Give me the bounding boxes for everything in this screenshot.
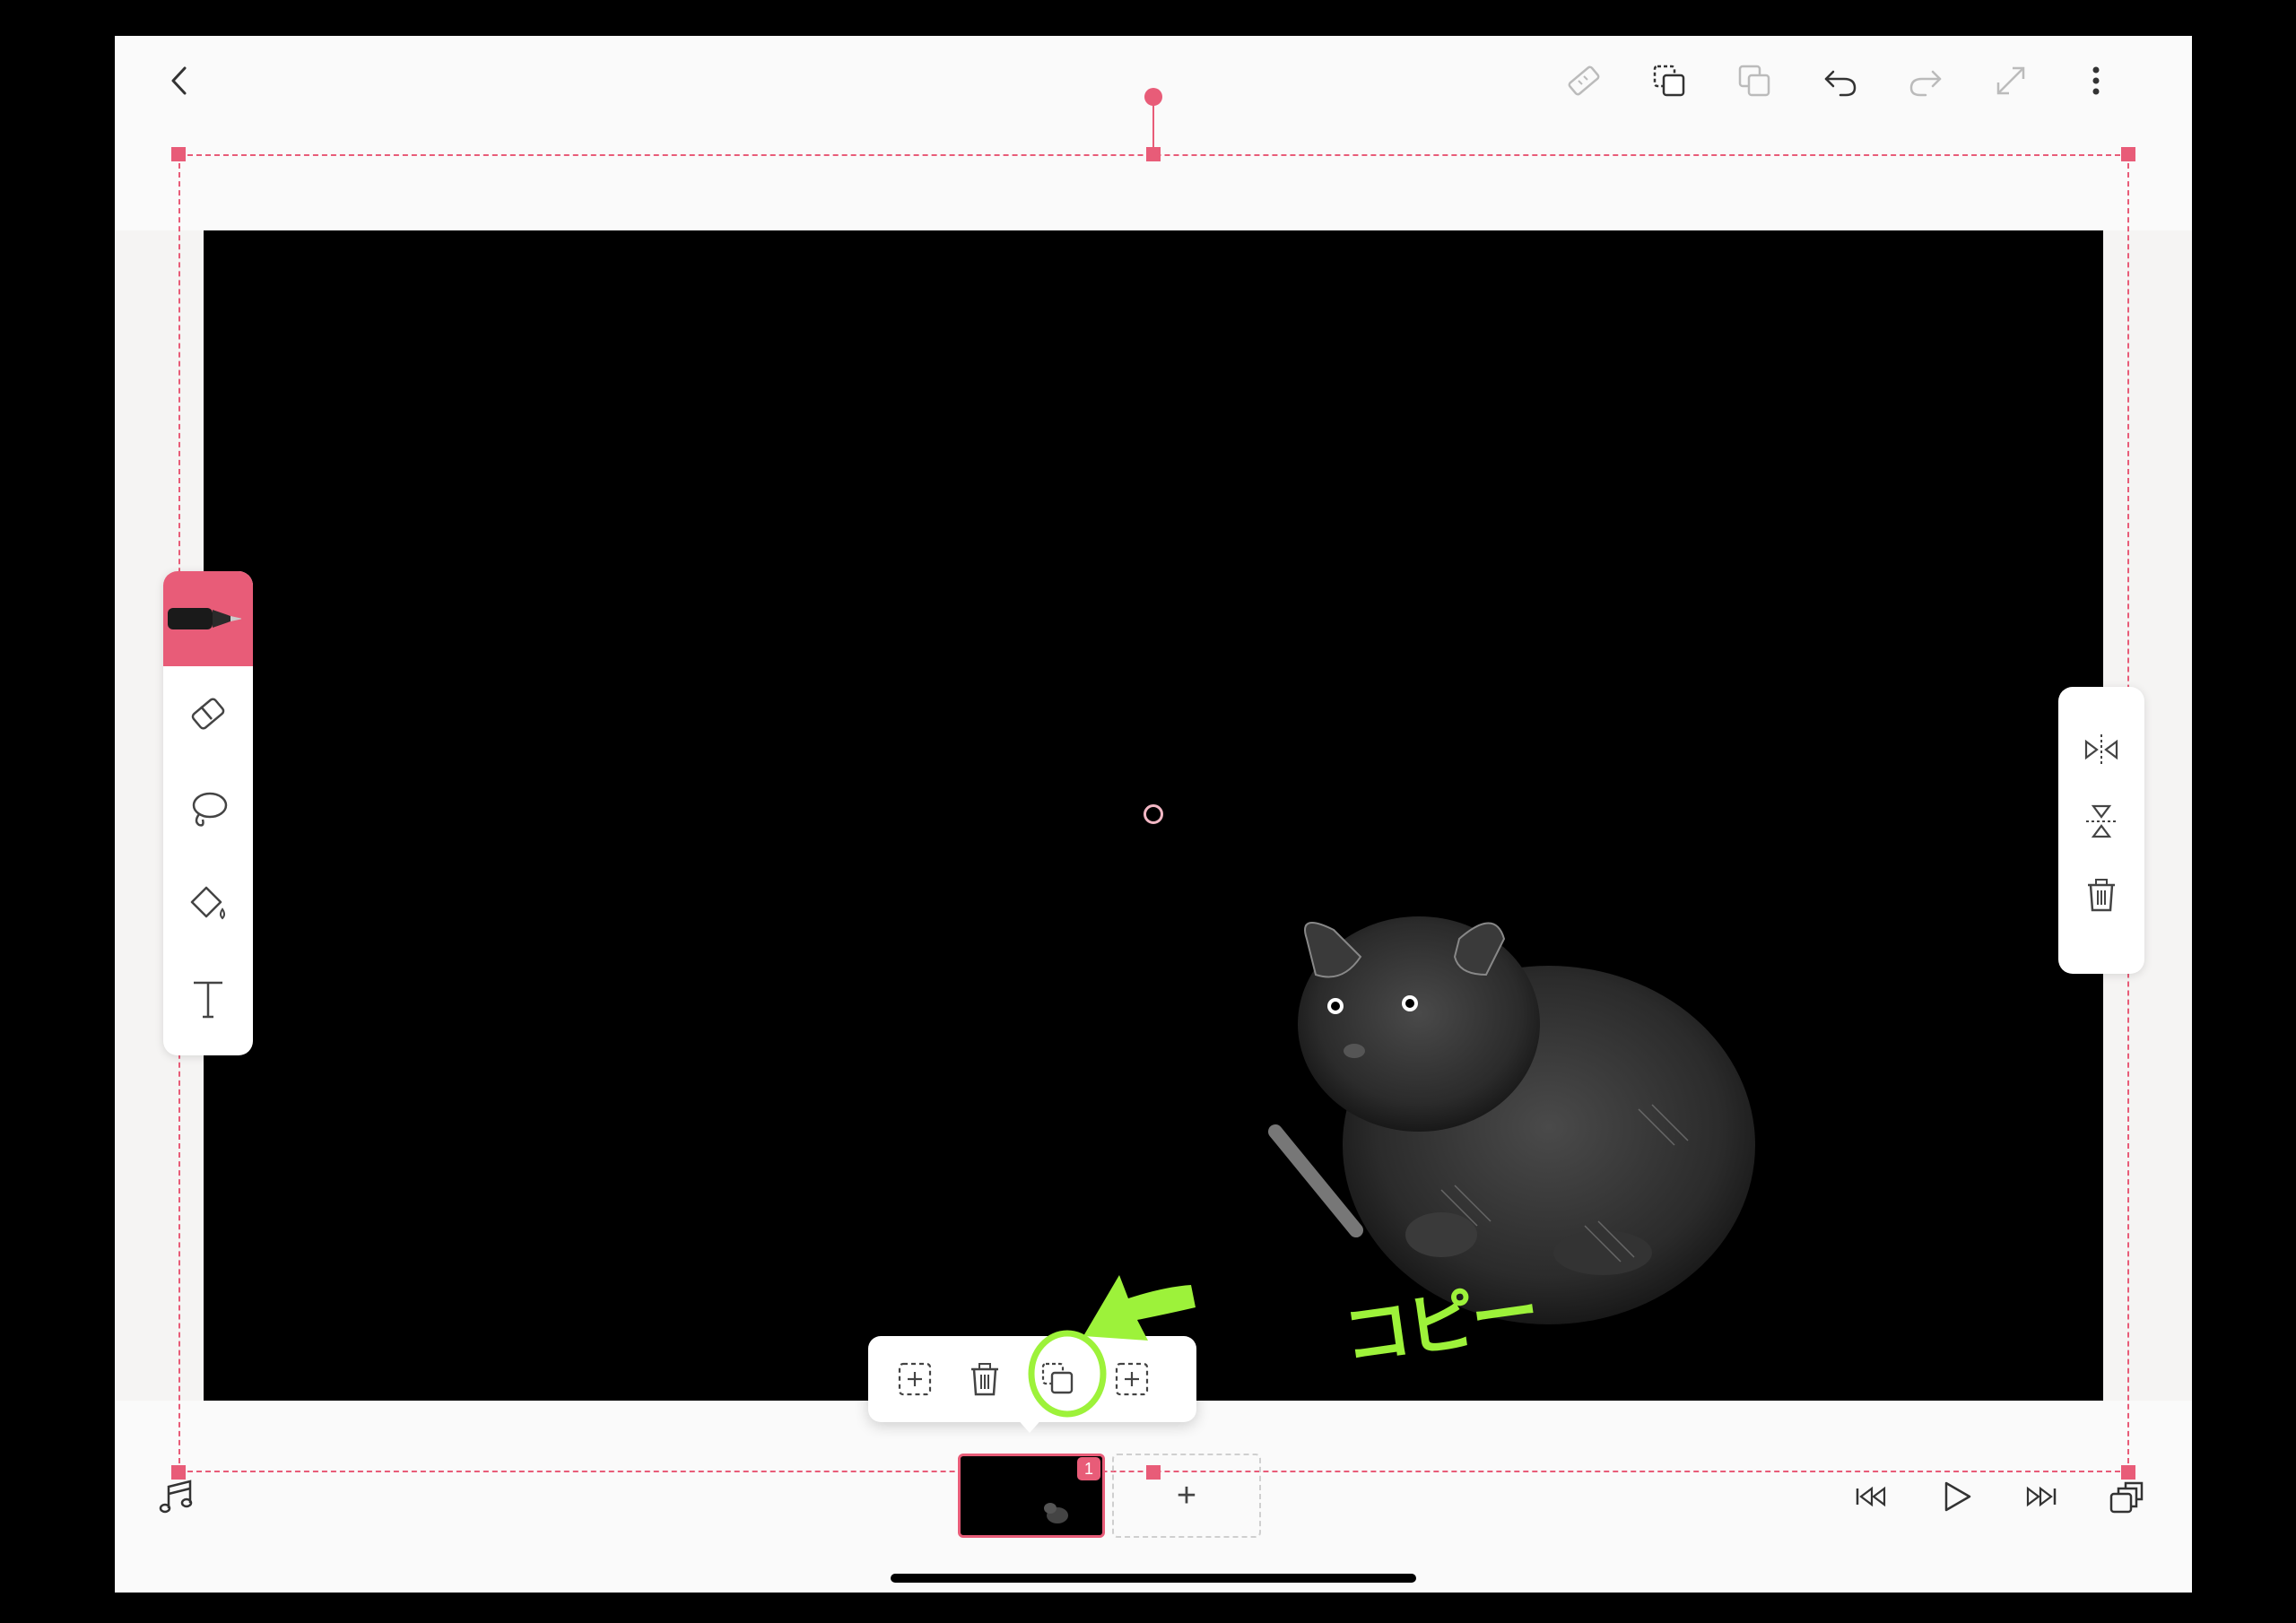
play-icon	[1944, 1481, 1971, 1512]
first-frame-button[interactable]	[1846, 1471, 1896, 1522]
last-frame-button[interactable]	[2016, 1471, 2066, 1522]
app-screen: コピー 1 +	[115, 36, 2192, 1593]
play-button[interactable]	[1931, 1471, 1981, 1522]
music-button[interactable]	[152, 1471, 202, 1522]
skip-forward-icon	[2026, 1486, 2057, 1507]
music-note-icon	[159, 1480, 193, 1514]
layers-icon	[2109, 1481, 2144, 1514]
add-frame-button[interactable]: +	[1112, 1454, 1261, 1538]
home-indicator[interactable]	[891, 1574, 1416, 1583]
skip-back-icon	[1856, 1486, 1886, 1507]
frame-number-badge: 1	[1077, 1457, 1100, 1480]
annotation-overlay	[1028, 1275, 1196, 1418]
layers-button[interactable]	[2101, 1471, 2152, 1522]
